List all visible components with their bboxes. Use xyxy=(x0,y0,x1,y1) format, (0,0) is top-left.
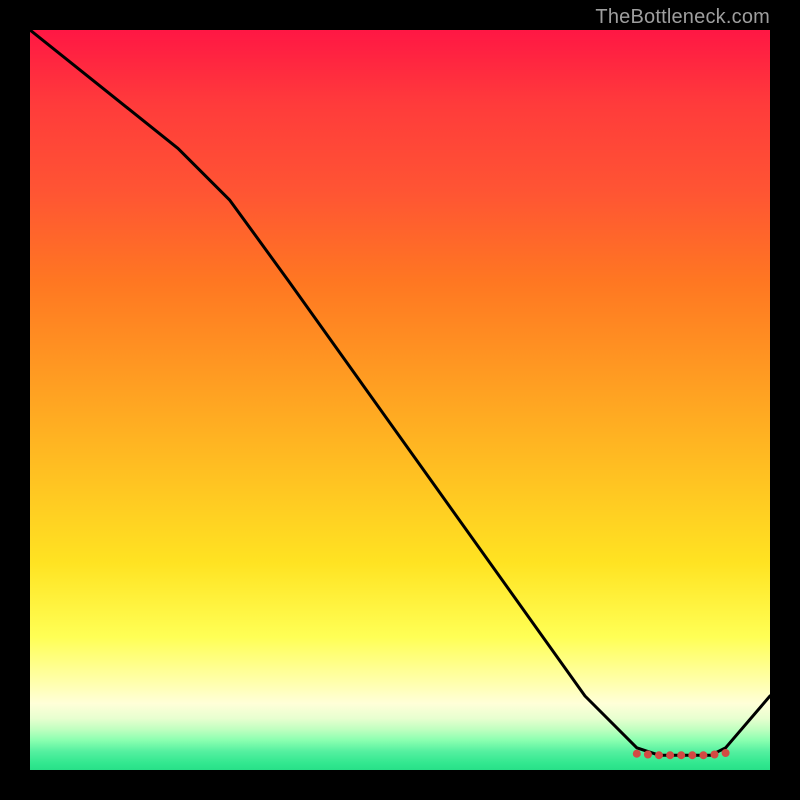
watermark-text: TheBottleneck.com xyxy=(595,6,770,29)
marker-dot xyxy=(688,751,696,759)
curve-line xyxy=(30,30,770,755)
marker-dot xyxy=(699,751,707,759)
marker-dot xyxy=(711,751,719,759)
chart-overlay xyxy=(30,30,770,770)
marker-dot xyxy=(644,751,652,759)
marker-dot xyxy=(722,749,730,757)
marker-dot xyxy=(677,751,685,759)
chart-frame: TheBottleneck.com xyxy=(0,0,800,800)
marker-dot xyxy=(655,751,663,759)
marker-dot xyxy=(666,751,674,759)
plot-area xyxy=(30,30,770,770)
marker-dot xyxy=(633,750,641,758)
